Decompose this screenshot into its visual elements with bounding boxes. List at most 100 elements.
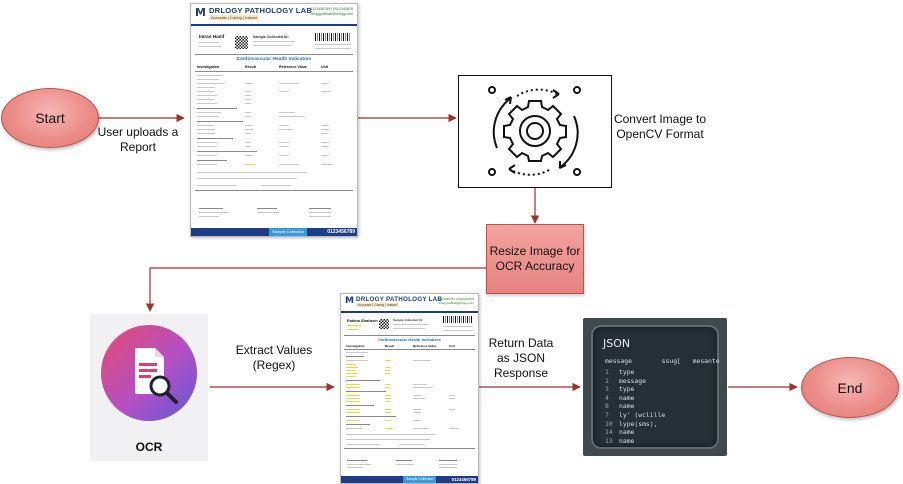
text-line xyxy=(321,83,329,85)
lab-name: DRLOGY PATHOLOGY LAB xyxy=(209,6,313,15)
text-line xyxy=(197,142,217,144)
text-line xyxy=(385,384,390,386)
footer-phone: 0123456789 xyxy=(327,229,355,235)
header-investigation: Investigation xyxy=(197,65,220,69)
lab-contact: 0123456789 | 0912345678 drlogypathlab@dr… xyxy=(438,297,474,305)
text-line xyxy=(197,116,219,118)
text-line xyxy=(347,467,363,469)
text-line xyxy=(321,91,331,93)
text-line xyxy=(346,373,358,375)
json-line-text: type xyxy=(619,385,635,394)
text-line xyxy=(253,45,291,47)
json-line-number: 14 xyxy=(605,428,613,437)
text-line xyxy=(346,444,380,446)
text-line xyxy=(346,376,356,378)
text-line xyxy=(346,356,364,358)
text-line xyxy=(385,367,390,369)
text-line xyxy=(245,133,251,135)
text-line xyxy=(245,83,253,85)
text-line xyxy=(315,48,351,50)
text-line xyxy=(385,420,391,422)
text-line xyxy=(257,212,279,214)
json-code-line: 3 type xyxy=(605,385,634,393)
text-line xyxy=(413,360,431,362)
text-line xyxy=(413,395,421,397)
signature xyxy=(347,460,367,462)
sample-label: Sample Collected At: xyxy=(253,35,289,39)
text-line xyxy=(443,330,473,332)
header-reference: Reference Value xyxy=(279,65,307,69)
text-line xyxy=(279,116,305,118)
qr-code-icon xyxy=(235,36,248,49)
report-image-1: M DRLOGY PATHOLOGY LAB Accurate | Caring… xyxy=(190,3,358,237)
header-unit: Unit xyxy=(321,65,328,69)
text-line xyxy=(413,412,421,414)
text-line xyxy=(321,146,329,148)
divider xyxy=(344,349,475,350)
json-line-text: type xyxy=(619,368,635,376)
text-line xyxy=(199,42,219,44)
text-line xyxy=(279,125,289,127)
json-title: JSON xyxy=(603,337,631,350)
json-line-number: 8 xyxy=(605,402,609,411)
start-node: Start xyxy=(1,88,99,148)
json-line-number: 13 xyxy=(605,436,613,445)
text-line xyxy=(346,424,370,426)
text-line xyxy=(279,155,289,157)
text-line xyxy=(413,409,421,411)
text-line xyxy=(197,79,219,81)
section-title: Cardiovascular Health Indicators xyxy=(378,337,441,342)
text-line xyxy=(393,328,425,330)
text-line xyxy=(245,95,251,97)
text-line xyxy=(197,185,237,187)
json-line-number: 1 xyxy=(605,368,609,376)
header-result: Result xyxy=(385,344,395,348)
report-image-2: M DRLOGY PATHOLOGY LAB Accurate | Caring… xyxy=(340,293,479,484)
text-line xyxy=(413,398,425,400)
text-line xyxy=(346,439,430,441)
text-line xyxy=(309,212,331,214)
report-header: M DRLOGY PATHOLOGY LAB Accurate | Caring… xyxy=(191,4,357,24)
text-line xyxy=(413,384,427,386)
text-line xyxy=(396,464,414,466)
divider xyxy=(344,335,475,336)
patient-name: Fatima Shaheen xyxy=(347,318,378,323)
lab-logo-icon: M xyxy=(345,296,354,306)
text-line xyxy=(346,409,360,411)
text-line xyxy=(279,129,293,131)
text-line xyxy=(245,116,251,118)
text-line xyxy=(309,216,331,218)
text-line xyxy=(197,91,215,93)
text-line xyxy=(385,401,390,403)
text-line xyxy=(197,129,215,131)
text-line xyxy=(346,434,436,436)
text-line xyxy=(321,164,333,166)
header-investigation: Investigation xyxy=(346,344,365,348)
header-reference: Reference Value xyxy=(413,344,437,348)
text-line xyxy=(279,164,299,166)
text-line xyxy=(347,325,361,327)
text-line xyxy=(197,99,215,101)
json-header-key: message xyxy=(605,357,632,365)
json-code-line: 4 name xyxy=(605,394,634,402)
json-code-line: 8 name xyxy=(605,402,634,410)
text-line xyxy=(245,155,253,157)
text-line xyxy=(279,112,295,114)
gear-cycle-icon xyxy=(488,86,581,176)
text-line xyxy=(346,391,386,393)
json-line-text: name xyxy=(619,436,635,445)
json-line-number: 3 xyxy=(605,385,609,394)
text-line xyxy=(197,95,217,97)
text-line xyxy=(245,146,251,148)
text-line xyxy=(321,125,329,127)
text-line xyxy=(346,416,396,418)
text-line xyxy=(385,398,391,400)
text-line xyxy=(385,395,391,397)
json-line-text: ly' (wclille xyxy=(619,411,666,419)
text-line xyxy=(385,428,393,430)
json-header-row: message ssug[ mesante xyxy=(605,357,720,365)
text-line xyxy=(449,428,459,430)
convert-node xyxy=(458,75,612,188)
text-line xyxy=(346,360,368,362)
text-line xyxy=(321,133,327,135)
